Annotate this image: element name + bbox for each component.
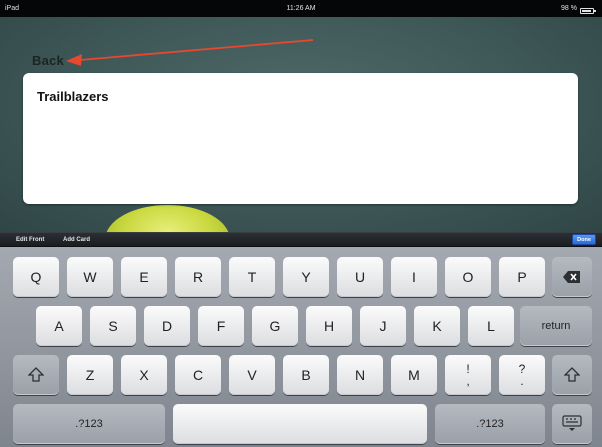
backspace-icon [563,271,580,283]
key-j[interactable]: J [360,306,406,346]
shift-icon [564,367,580,382]
add-card-button[interactable]: Add Card [63,235,90,245]
key-l[interactable]: L [468,306,514,346]
shift-key-left[interactable] [13,355,59,395]
backspace-key[interactable] [552,257,592,297]
shift-icon [28,367,44,382]
key-exclaim-comma[interactable]: ! , [445,355,491,395]
battery-icon [580,8,596,14]
key-e[interactable]: E [121,257,167,297]
battery-percent: 98 % [561,5,577,12]
done-button[interactable]: Done [572,234,596,245]
key-t[interactable]: T [229,257,275,297]
key-d[interactable]: D [144,306,190,346]
key-p[interactable]: P [499,257,545,297]
key-s[interactable]: S [90,306,136,346]
key-w[interactable]: W [67,257,113,297]
key-g[interactable]: G [252,306,298,346]
space-key[interactable] [173,404,427,444]
key-question-bottom: . [520,374,524,388]
key-f[interactable]: F [198,306,244,346]
key-o[interactable]: O [445,257,491,297]
keyboard: Q W E R T Y U I O P A S D F G H J K L re… [0,247,602,447]
key-v[interactable]: V [229,355,275,395]
keyboard-hide-icon [562,415,582,431]
key-question-period[interactable]: ? . [499,355,545,395]
key-i[interactable]: I [391,257,437,297]
status-time: 11:26 AM [286,5,316,12]
edit-front-button[interactable]: Edit Front [16,235,44,245]
key-x[interactable]: X [121,355,167,395]
numbers-key-left[interactable]: .?123 [13,404,165,444]
key-y[interactable]: Y [283,257,329,297]
annotation-arrow [66,39,314,66]
key-exclaim-bottom: , [466,374,470,388]
key-b[interactable]: B [283,355,329,395]
key-a[interactable]: A [36,306,82,346]
keyboard-toolbar: Edit Front Add Card Done [0,232,602,247]
key-z[interactable]: Z [67,355,113,395]
numbers-key-right[interactable]: .?123 [435,404,545,444]
hide-keyboard-key[interactable] [552,404,592,444]
return-key[interactable]: return [520,306,592,346]
app-background: Back Trailblazers [0,17,602,232]
key-k[interactable]: K [414,306,460,346]
key-q[interactable]: Q [13,257,59,297]
key-c[interactable]: C [175,355,221,395]
shift-key-right[interactable] [552,355,592,395]
key-u[interactable]: U [337,257,383,297]
key-m[interactable]: M [391,355,437,395]
battery-indicator: 98 % [561,0,596,17]
key-r[interactable]: R [175,257,221,297]
key-h[interactable]: H [306,306,352,346]
status-bar: iPad 11:26 AM 98 % [0,0,602,17]
key-n[interactable]: N [337,355,383,395]
